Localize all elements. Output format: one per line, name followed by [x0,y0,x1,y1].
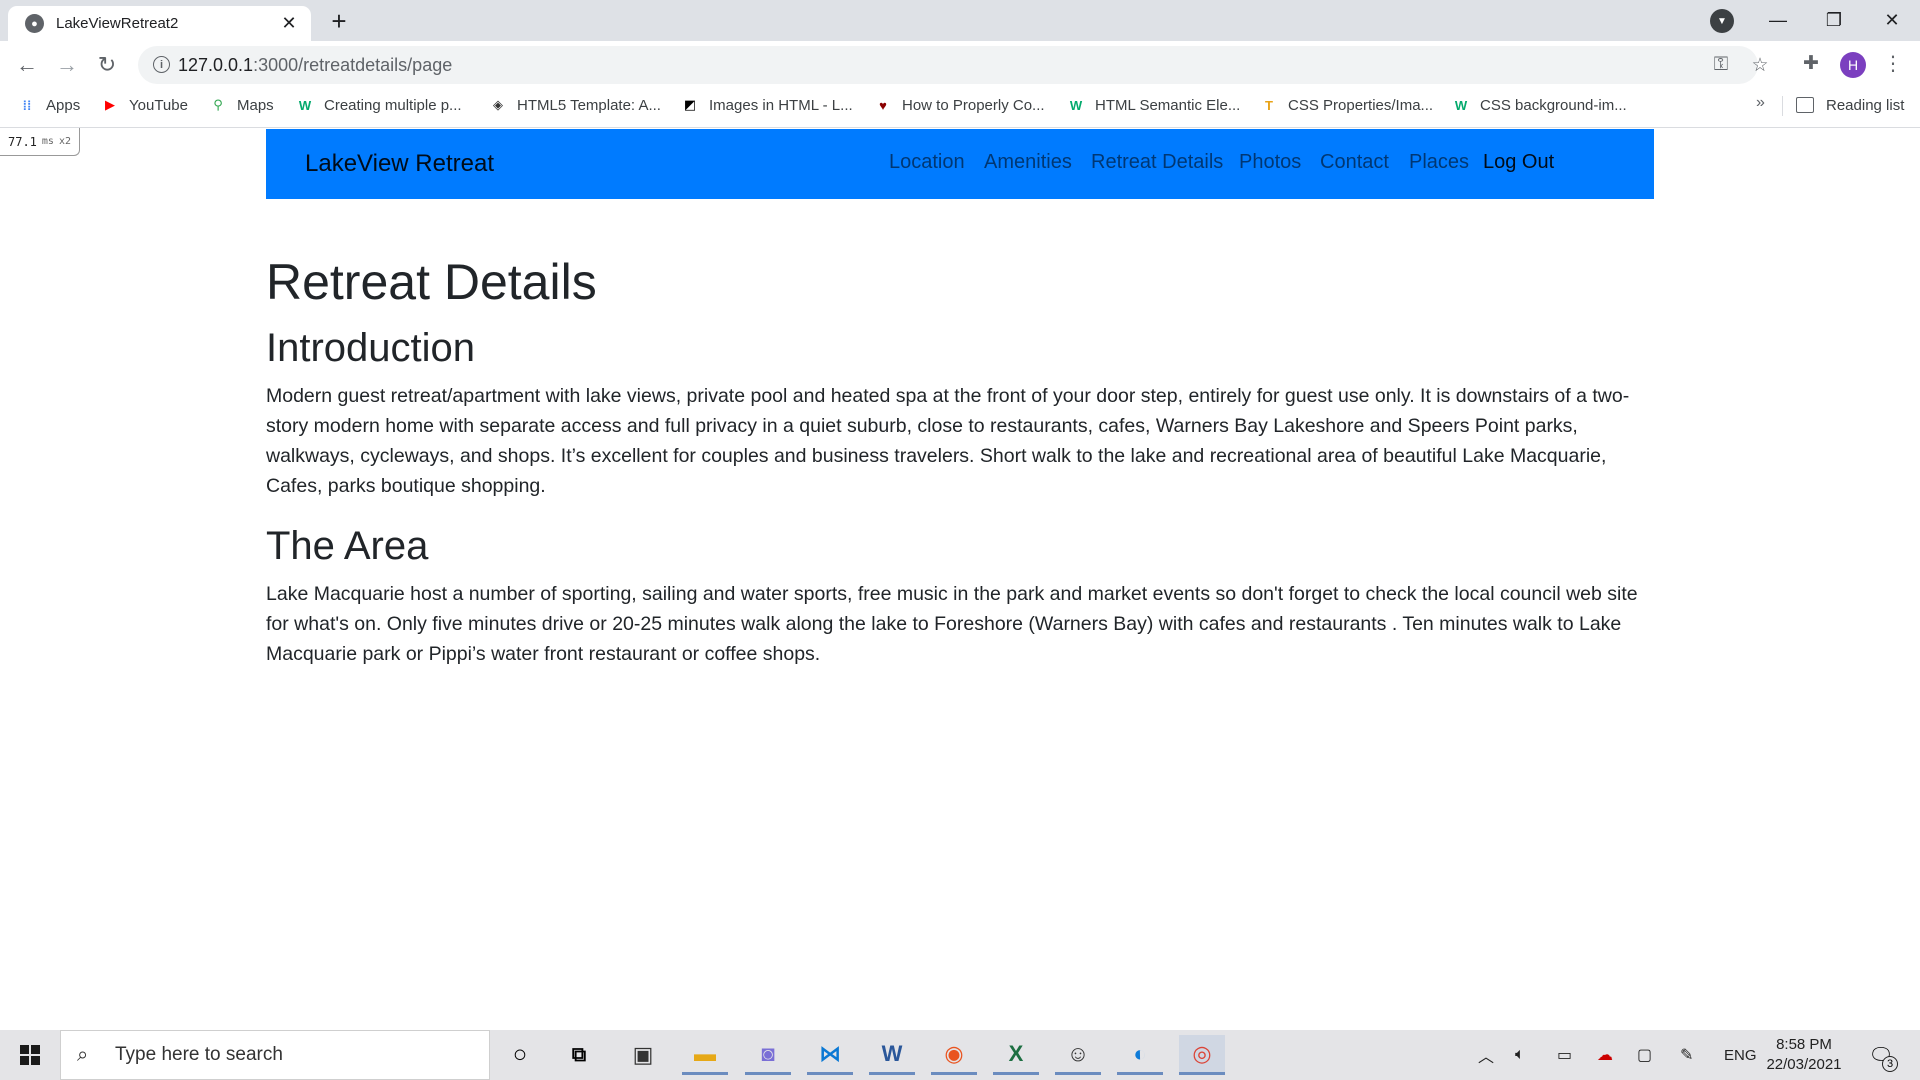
key-icon[interactable]: ⚿ [1708,52,1734,78]
system-clock[interactable]: 8:58 PM 22/03/2021 [1762,1035,1846,1075]
tab-title: LakeView​Retreat2 [56,15,179,32]
bookmark-html-semantic[interactable]: W HTML Semantic Ele... [1067,88,1240,122]
reading-list-button[interactable]: Reading list [1796,88,1904,122]
extensions-puzzle-icon[interactable]: ✚ [1798,50,1824,76]
pen-icon[interactable]: ✎ [1680,1030,1693,1080]
bookmark-how-to-properly[interactable]: ♥ How to Properly Co... [874,88,1044,122]
store-icon[interactable]: ▣ [620,1035,666,1075]
nav-link-amenities[interactable]: Amenities [984,151,1072,174]
bookmark-images-in-html[interactable]: ◩ Images in HTML - L... [681,88,853,122]
page-viewport: 77.1 ms x2 LakeView Retreat Location Ameni… [0,128,1920,1030]
section-text-area: Lake Macquarie host a number of sporting… [266,583,1638,665]
nav-link-log-out[interactable]: Log Out [1483,151,1554,174]
globe-icon: ● [25,14,44,33]
start-button[interactable] [8,1030,52,1080]
clock-date: 22/03/2021 [1766,1056,1842,1073]
section-text-introduction: Modern guest retreat/apartment with lake… [266,385,1630,497]
reload-button[interactable]: ↻ [91,49,123,81]
section-heading-area: The Area [266,524,429,568]
bookmarks-divider [1782,96,1783,116]
language-indicator[interactable]: ENG [1724,1030,1757,1080]
task-view-icon[interactable]: ⧉ [556,1035,602,1075]
bookmark-css-background[interactable]: W CSS background-im... [1452,88,1627,122]
windows-logo-icon [20,1045,40,1065]
nav-link-contact[interactable]: Contact [1320,151,1389,174]
page-title: Retreat Details [266,254,597,310]
browser-toolbar: ← → ↻ i 127.0.0.1:3000/retreatdetails/pa… [0,41,1920,88]
maps-pin-icon: ⚲ [213,97,223,112]
windows-taskbar: ⌕ Type here to search ○ ⧉ ▣ ▬ ◙ ⋈ W ◉ X … [0,1030,1920,1080]
perf-badge: 77.1 ms x2 [0,128,80,156]
site-info-icon[interactable]: i [153,56,170,73]
browser-tab[interactable]: ● LakeView​Retreat2 ✕ [8,6,311,41]
meet-now-icon[interactable]: ▭ [1557,1030,1572,1080]
bookmark-maps[interactable]: ⚲ Maps [209,88,273,122]
volume-icon[interactable]: 🔈︎ [1515,1030,1525,1080]
vscode-icon[interactable]: ⋈ [807,1035,853,1075]
section-heading-introduction: Introduction [266,326,476,370]
bookmark-css-properties[interactable]: T CSS Properties/Ima... [1260,88,1433,122]
edge-icon[interactable]: ◐ [1117,1035,1163,1075]
ubuntu-icon[interactable]: ◉ [931,1035,977,1075]
nav-link-places[interactable]: Places [1409,151,1469,174]
bookmarks-overflow-chevron-icon[interactable]: » [1756,94,1765,112]
browser-menu-icon[interactable]: ⋮ [1880,50,1906,76]
restore-button[interactable]: ❐ [1806,0,1862,40]
minimize-button[interactable]: — [1750,0,1806,40]
nav-links: Location Amenities Retreat Details Photo… [266,151,1654,179]
taskbar-search-placeholder: Type here to search [115,1044,283,1065]
site-navbar: LakeView Retreat Location Amenities Retr… [266,129,1654,199]
word-icon[interactable]: W [869,1035,915,1075]
clock-time: 8:58 PM [1776,1036,1832,1053]
heart-icon: ♥ [879,97,887,113]
w3schools-icon: W [298,97,312,113]
youtube-icon: ▶ [105,97,115,112]
address-bar[interactable]: i 127.0.0.1:3000/retreatdetails/page ⚿ ☆ [138,46,1769,84]
bookmark-html5-template[interactable]: ◈ HTML5 Template: A... [489,88,661,122]
show-hidden-icons-chevron-icon[interactable]: ︿ [1478,1030,1494,1080]
tab-search-button[interactable]: ▼ [1710,9,1734,33]
apps-grid-icon: ⁞⁞ [22,97,32,113]
feedback-smiley-icon[interactable]: ☺ [1055,1035,1101,1075]
profile-avatar[interactable]: H [1840,52,1866,78]
cortana-icon[interactable]: ○ [497,1035,543,1075]
bookmark-youtube[interactable]: ▶ YouTube [101,88,188,122]
onedrive-error-icon[interactable]: ☁ [1597,1030,1613,1080]
photos-app-icon[interactable]: ◙ [745,1035,791,1075]
mdn-icon: ◩ [683,97,697,112]
close-tab-icon[interactable]: ✕ [277,12,301,36]
bookmarks-bar: ⁞⁞ Apps ▶ YouTube ⚲ Maps W Creating multiple… [0,88,1920,128]
tutorials-icon: T [1265,97,1273,113]
nav-link-location[interactable]: Location [889,151,965,174]
w3schools-green-icon: W [1454,97,1468,113]
nav-link-photos[interactable]: Photos [1239,151,1301,174]
url-text: 127.0.0.1:3000/retreatdetails/page [178,55,453,75]
search-icon: ⌕ [77,1043,89,1066]
bookmark-creating-multiple[interactable]: W Creating multiple p... [296,88,462,122]
tab-strip: ● LakeView​Retreat2 ✕ + ▼ — ❐ ✕ [0,0,1920,41]
display-icon[interactable]: ▢ [1637,1030,1652,1080]
taskbar-search-box[interactable]: ⌕ Type here to search [60,1030,490,1080]
chrome-icon[interactable]: ◎ [1179,1035,1225,1075]
bookmark-star-icon[interactable]: ☆ [1747,52,1773,78]
reading-list-icon [1796,97,1814,113]
forward-button[interactable]: → [51,49,83,81]
w3schools-green-icon: W [1069,97,1083,113]
close-window-button[interactable]: ✕ [1864,0,1920,40]
nav-link-retreat-details[interactable]: Retreat Details [1091,151,1223,174]
notification-count-badge: 3 [1882,1056,1898,1072]
back-button[interactable]: ← [11,49,43,81]
excel-icon[interactable]: X [993,1035,1039,1075]
bookmark-apps[interactable]: ⁞⁞ Apps [18,88,81,122]
new-tab-button[interactable]: + [325,6,353,36]
sitepoint-icon: ◈ [493,97,503,112]
file-explorer-icon[interactable]: ▬ [682,1035,728,1075]
